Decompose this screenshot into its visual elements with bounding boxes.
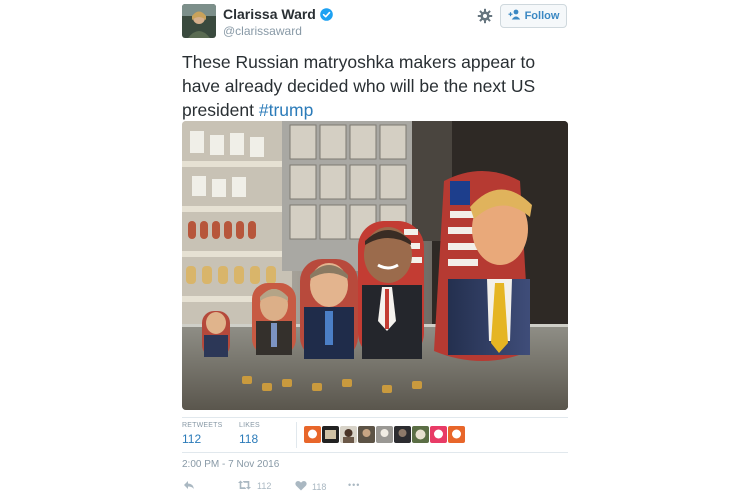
stats-divider [296,422,297,448]
heart-icon [295,480,307,493]
tweet-text: These Russian matryoshka makers appear t… [182,50,568,122]
tweet-card: Clarissa Ward @clarissaward Follow These… [182,0,568,500]
liker-avatar[interactable] [376,426,393,443]
liker-avatar[interactable] [340,426,357,443]
retweets-stat[interactable]: RETWEETS 112 [182,422,223,446]
like-count: 118 [312,481,327,492]
follow-person-icon [508,9,521,23]
reply-icon [183,480,195,492]
liker-avatar[interactable] [322,426,339,443]
likes-count[interactable]: 118 [239,432,260,446]
liker-avatar[interactable] [430,426,447,443]
retweet-action[interactable]: 112 [237,480,271,492]
liker-avatar[interactable] [304,426,321,443]
liker-avatars [304,426,465,443]
gear-icon[interactable] [475,6,495,26]
liker-avatar[interactable] [394,426,411,443]
tweet-body: These Russian matryoshka makers appear t… [182,52,536,120]
user-name[interactable]: Clarissa Ward [223,6,316,22]
user-handle[interactable]: @clarissaward [223,24,302,38]
follow-button[interactable]: Follow [500,4,567,28]
tweet-timestamp[interactable]: 2:00 PM - 7 Nov 2016 [182,459,279,470]
more-icon[interactable]: ••• [348,480,360,490]
avatar[interactable] [182,4,216,38]
follow-button-label: Follow [524,10,560,22]
user-name-row[interactable]: Clarissa Ward [223,6,333,22]
more-label: ••• [348,480,361,490]
likes-label: LIKES [239,422,260,429]
reply-action[interactable] [183,480,195,492]
likes-stat[interactable]: LIKES 118 [239,422,260,446]
liker-avatar[interactable] [358,426,375,443]
liker-avatar[interactable] [448,426,465,443]
like-action[interactable]: 118 [295,480,326,493]
retweet-count: 112 [257,481,272,491]
retweets-count[interactable]: 112 [182,432,223,446]
tweet-photo[interactable] [182,121,568,410]
engagement-stats: RETWEETS 112 LIKES 118 [182,417,568,453]
retweet-icon [237,480,252,492]
hashtag-link[interactable]: #trump [259,100,313,120]
retweets-label: RETWEETS [182,422,223,429]
verified-badge-icon [320,7,333,21]
liker-avatar[interactable] [412,426,429,443]
tweet-actions: 112 118 ••• [182,480,568,494]
